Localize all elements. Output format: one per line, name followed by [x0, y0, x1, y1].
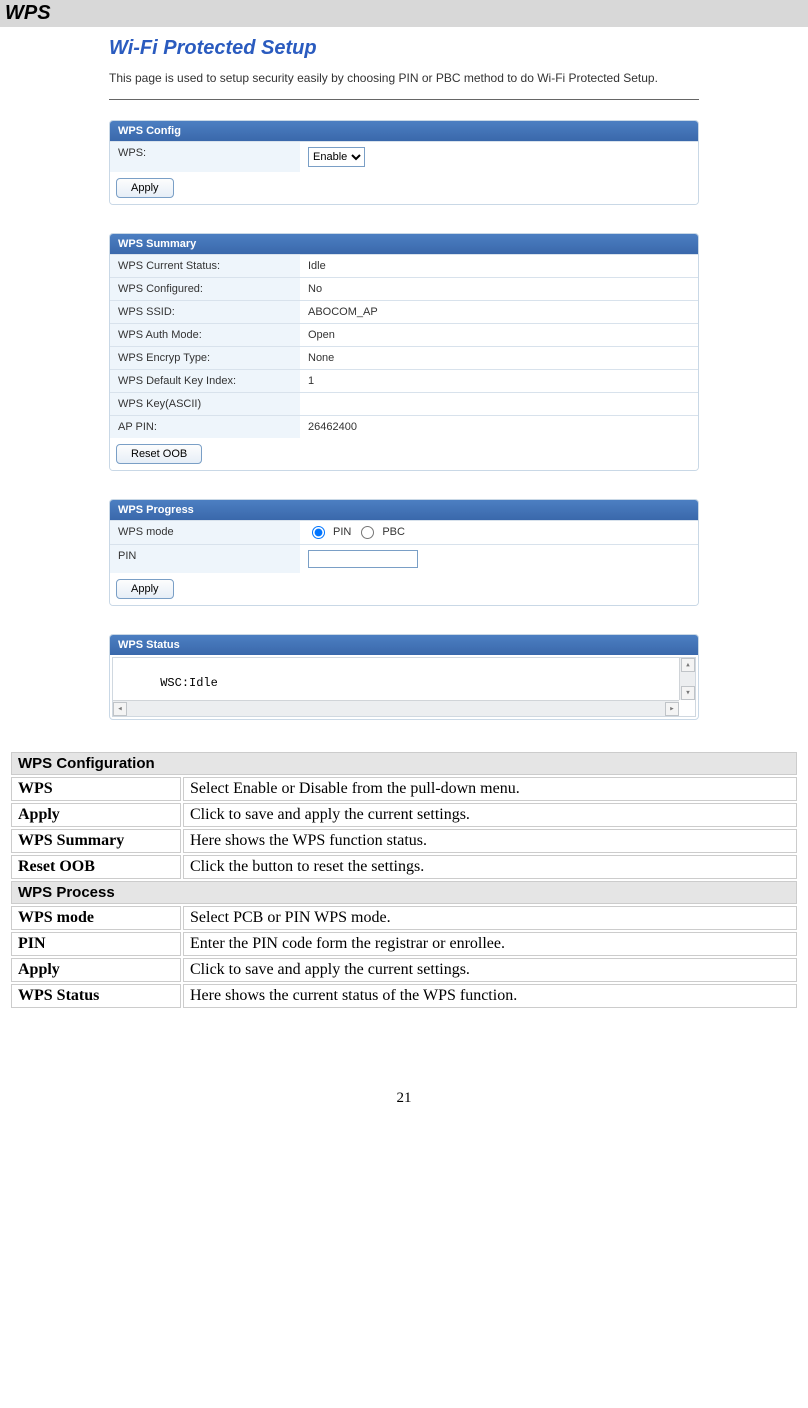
table-row: ApplyClick to save and apply the current…	[11, 803, 797, 827]
wps-configured-value: No	[300, 278, 698, 300]
wps-progress-panel: WPS Progress WPS mode PIN PBC PIN Apply	[109, 499, 699, 606]
desc-key: WPS Summary	[11, 829, 181, 853]
ap-pin-value: 26462400	[300, 416, 698, 438]
wps-encryp-label: WPS Encryp Type:	[110, 347, 300, 369]
reset-oob-button[interactable]: Reset OOB	[116, 444, 202, 464]
scroll-right-icon[interactable]: ▸	[665, 702, 679, 716]
desc-val: Here shows the current status of the WPS…	[183, 984, 797, 1008]
wps-summary-panel: WPS Summary WPS Current Status: Idle WPS…	[109, 233, 699, 471]
wps-ssid-value: ABOCOM_AP	[300, 301, 698, 323]
screenshot-title: Wi-Fi Protected Setup	[109, 37, 699, 60]
wps-status-textarea[interactable]: WSC:Idle ▴ ▾ ◂ ▸	[112, 657, 696, 717]
wps-config-panel: WPS Config WPS: Enable Apply	[109, 120, 699, 205]
wps-keyidx-label: WPS Default Key Index:	[110, 370, 300, 392]
wps-keyidx-value: 1	[300, 370, 698, 392]
scroll-down-icon[interactable]: ▾	[681, 686, 695, 700]
desc-key: PIN	[11, 932, 181, 956]
desc-section-config: WPS Configuration	[11, 752, 797, 775]
wps-mode-label: WPS mode	[110, 521, 300, 544]
desc-val: Click to save and apply the current sett…	[183, 803, 797, 827]
table-row: WPS StatusHere shows the current status …	[11, 984, 797, 1008]
desc-key: Reset OOB	[11, 855, 181, 879]
ap-pin-label: AP PIN:	[110, 416, 300, 438]
pin-label: PIN	[110, 545, 300, 573]
divider	[109, 99, 699, 100]
pin-radio-label: PIN	[333, 526, 351, 538]
wps-key-value	[300, 393, 698, 415]
pin-input[interactable]	[308, 550, 418, 568]
description-table: WPS Configuration WPSSelect Enable or Di…	[9, 750, 799, 1010]
wps-current-status-value: Idle	[300, 255, 698, 277]
screenshot-description: This page is used to setup security easi…	[109, 70, 699, 87]
desc-val: Click to save and apply the current sett…	[183, 958, 797, 982]
wps-status-text: WSC:Idle	[160, 676, 218, 690]
desc-key: Apply	[11, 803, 181, 827]
wps-auth-label: WPS Auth Mode:	[110, 324, 300, 346]
wps-key-label: WPS Key(ASCII)	[110, 393, 300, 415]
wps-progress-header: WPS Progress	[110, 500, 698, 520]
pbc-radio[interactable]	[361, 526, 374, 539]
apply-progress-button[interactable]: Apply	[116, 579, 174, 599]
desc-key: WPS mode	[11, 906, 181, 930]
table-row: WPS SummaryHere shows the WPS function s…	[11, 829, 797, 853]
table-row: Reset OOBClick the button to reset the s…	[11, 855, 797, 879]
desc-val: Select Enable or Disable from the pull-d…	[183, 777, 797, 801]
desc-key: Apply	[11, 958, 181, 982]
scroll-up-icon[interactable]: ▴	[681, 658, 695, 672]
wps-status-panel: WPS Status WSC:Idle ▴ ▾ ◂ ▸	[109, 634, 699, 720]
desc-val: Here shows the WPS function status.	[183, 829, 797, 853]
screenshot-panel: Wi-Fi Protected Setup This page is used …	[109, 37, 699, 720]
wps-summary-header: WPS Summary	[110, 234, 698, 254]
pin-radio[interactable]	[312, 526, 325, 539]
page-heading: WPS	[0, 0, 808, 27]
wps-ssid-label: WPS SSID:	[110, 301, 300, 323]
wps-encryp-value: None	[300, 347, 698, 369]
desc-val: Enter the PIN code form the registrar or…	[183, 932, 797, 956]
desc-val: Select PCB or PIN WPS mode.	[183, 906, 797, 930]
pbc-radio-label: PBC	[382, 526, 405, 538]
wps-label: WPS:	[110, 142, 300, 172]
horizontal-scrollbar[interactable]	[113, 700, 679, 716]
table-row: ApplyClick to save and apply the current…	[11, 958, 797, 982]
apply-config-button[interactable]: Apply	[116, 178, 174, 198]
desc-val: Click the button to reset the settings.	[183, 855, 797, 879]
wps-status-header: WPS Status	[110, 635, 698, 655]
wps-current-status-label: WPS Current Status:	[110, 255, 300, 277]
desc-key: WPS	[11, 777, 181, 801]
table-row: WPS modeSelect PCB or PIN WPS mode.	[11, 906, 797, 930]
table-row: WPSSelect Enable or Disable from the pul…	[11, 777, 797, 801]
desc-key: WPS Status	[11, 984, 181, 1008]
wps-configured-label: WPS Configured:	[110, 278, 300, 300]
table-row: PINEnter the PIN code form the registrar…	[11, 932, 797, 956]
desc-section-process: WPS Process	[11, 881, 797, 904]
wps-auth-value: Open	[300, 324, 698, 346]
page-number: 21	[0, 1090, 808, 1117]
wps-config-header: WPS Config	[110, 121, 698, 141]
wps-enable-select[interactable]: Enable	[308, 147, 365, 167]
scroll-left-icon[interactable]: ◂	[113, 702, 127, 716]
